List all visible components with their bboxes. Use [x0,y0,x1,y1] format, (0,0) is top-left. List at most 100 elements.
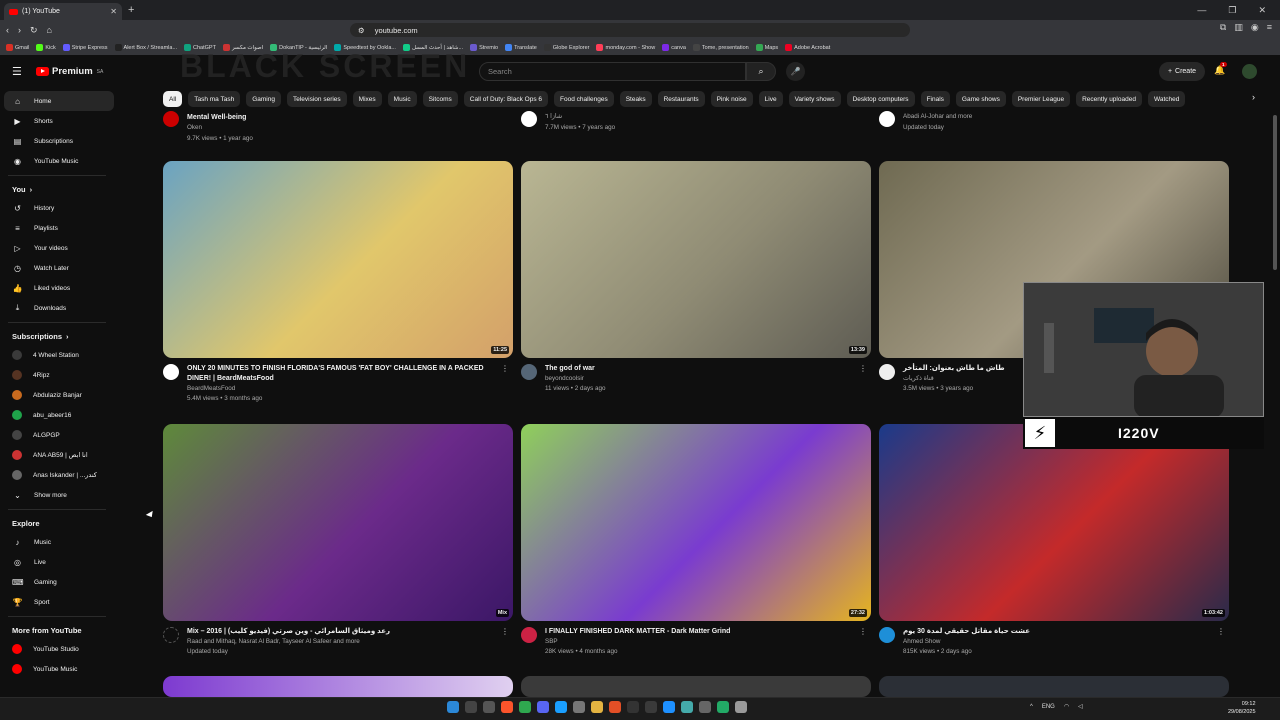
filter-chip[interactable]: Restaurants [657,91,705,107]
filter-chip[interactable]: Music [387,91,417,107]
app-icon[interactable] [573,701,585,713]
notifications-button[interactable]: 🔔 1 [1214,62,1227,76]
sidebar-item-playlists[interactable]: ≡ Playlists [4,218,114,238]
windows-start-icon[interactable] [447,701,459,713]
sidebar-item-4-wheel-station[interactable]: 4 Wheel Station [4,345,114,365]
discord-icon[interactable] [537,701,549,713]
more-options-icon[interactable]: ⋮ [1217,627,1225,636]
bookmark-item[interactable]: Globe Explorer [543,44,589,51]
channel-avatar[interactable] [163,627,179,643]
channel-avatar[interactable] [521,111,537,127]
filter-chip[interactable]: Watched [1147,91,1186,107]
bookmark-item[interactable]: Gmail [6,44,29,51]
more-options-icon[interactable]: ⋮ [501,364,509,373]
filter-chip[interactable]: Sitcoms [422,91,458,107]
sidebar-item-4ripz[interactable]: 4Ripz [4,365,114,385]
channel-avatar[interactable] [879,627,895,643]
scrollbar[interactable] [1273,115,1277,270]
app-icon[interactable] [717,701,729,713]
sidebar-item-live[interactable]: ◎ Live [4,552,114,572]
bookmark-item[interactable]: monday.com - Show [596,44,655,51]
extensions-icon[interactable]: ⧉ [1220,22,1226,33]
site-info-icon[interactable]: ⚙ [358,26,365,35]
channel-name[interactable]: Oken [187,124,202,131]
language-indicator[interactable]: ENG [1042,704,1055,710]
app-icon[interactable] [645,701,657,713]
show-more-button[interactable]: ⌄ Show more [4,485,114,505]
filter-chip[interactable]: Pink noise [710,91,753,107]
filter-chip[interactable]: Finals [920,91,950,107]
menu-icon[interactable]: ≡ [1267,22,1272,33]
browser-tab[interactable]: (1) YouTube ✕ [4,3,122,20]
bookmark-item[interactable]: Adobe Acrobat [785,44,830,51]
wifi-icon[interactable]: ◠ [1064,703,1069,710]
video-title[interactable]: ONLY 20 MINUTES TO FINISH FLORIDA'S FAMO… [187,364,497,384]
filter-chip[interactable]: Desktop computers [846,91,915,107]
sidebar-item-abu-abeer16[interactable]: abu_abeer16 [4,405,114,425]
filter-chip[interactable]: Tash ma Tash [188,91,241,107]
tray-chevron-icon[interactable]: ^ [1030,704,1033,710]
app-icon[interactable] [627,701,639,713]
close-tab-icon[interactable]: ✕ [110,7,117,16]
channel-avatar[interactable] [879,111,895,127]
app-icon[interactable] [735,701,747,713]
channel-avatar[interactable] [879,364,895,380]
filter-chip[interactable]: Recently uploaded [1076,91,1142,107]
brave-icon[interactable] [501,701,513,713]
sidebar-toggle-icon[interactable]: ▥ [1234,22,1243,33]
video-thumbnail[interactable] [879,676,1229,697]
reload-icon[interactable]: ↻ [30,25,38,36]
channel-name[interactable]: Ahmed Show [903,638,940,645]
bookmark-item[interactable]: canva [662,44,686,51]
app-icon[interactable] [609,701,621,713]
sidebar-item-abdulaziz-banjar[interactable]: Abdulaziz Banjar [4,385,114,405]
app-icon[interactable] [519,701,531,713]
channel-name[interactable]: beyondcoolsir [545,375,584,382]
voice-search-button[interactable]: 🎤 [786,62,805,81]
bookmark-item[interactable]: Kick [36,44,56,51]
close-window-icon[interactable]: ✕ [1258,5,1266,16]
bookmark-item[interactable]: Alert Box / Streamla... [114,44,177,51]
bookmark-item[interactable]: Stremio [470,44,498,51]
search-taskbar-icon[interactable] [465,701,477,713]
channel-name[interactable]: SBP [545,638,558,645]
video-thumbnail[interactable]: 27:32 [521,424,871,621]
bookmark-item[interactable]: Maps [755,44,778,51]
subscriptions-section-header[interactable]: Subscriptions › [4,327,114,345]
bookmark-item[interactable]: Translate [505,44,537,51]
sidebar-item-youtube-music[interactable]: YouTube Music [4,659,114,679]
filter-chip[interactable]: Steaks [619,91,652,107]
sidebar-item-algpgp[interactable]: ALGPGP [4,425,114,445]
video-thumbnail[interactable]: 11:25 [163,161,513,358]
sidebar-item-youtube-music[interactable]: ◉ YouTube Music [4,151,114,171]
bookmark-item[interactable]: Stripe Express [62,44,108,51]
sidebar-item-ana-ab59[interactable]: ANA AB59 | انا ابص [4,445,114,465]
sidebar-item-shorts[interactable]: ▶ Shorts [4,111,114,131]
youtube-logo[interactable]: Premium SA [36,66,103,77]
video-title[interactable]: عشت حياة مقاتل حقيقي لمدة 30 يوم [903,627,1213,637]
video-thumbnail[interactable] [521,676,871,697]
video-title[interactable]: Mental Well-being [187,113,497,123]
video-thumbnail[interactable]: 13:39 [521,161,871,358]
filter-chip[interactable]: Gaming [246,91,281,107]
taskbar-clock[interactable]: 09:12 29/08/2025 [1228,700,1256,716]
forward-icon[interactable]: › [18,25,21,35]
you-section-header[interactable]: You › [4,180,114,198]
sidebar-item-sport[interactable]: 🏆 Sport [4,592,114,612]
create-button[interactable]: + Create [1159,62,1205,81]
video-title[interactable]: I FINALLY FINISHED DARK MATTER - Dark Ma… [545,627,855,637]
sidebar-item-youtube-studio[interactable]: YouTube Studio [4,639,114,659]
bookmark-item[interactable]: Tome, presentation [692,44,749,51]
channel-name[interactable]: Raad and Mithaq, Nasrat Al Badr, Tayseer… [187,638,360,645]
sidebar-item-watch-later[interactable]: ◷ Watch Later [4,258,114,278]
channel-avatar[interactable] [521,364,537,380]
filter-chip[interactable]: Call of Duty: Black Ops 6 [463,91,549,107]
minimize-icon[interactable]: — [1197,5,1206,16]
sidebar-item-downloads[interactable]: ⤓ Downloads [4,298,114,318]
volume-icon[interactable]: ◁ [1078,703,1083,710]
more-options-icon[interactable]: ⋮ [859,627,867,636]
filter-chip[interactable]: Variety shows [788,91,841,107]
search-input[interactable]: Search [479,62,746,81]
app-icon[interactable] [699,701,711,713]
video-thumbnail[interactable]: 1:03:42 [879,424,1229,621]
